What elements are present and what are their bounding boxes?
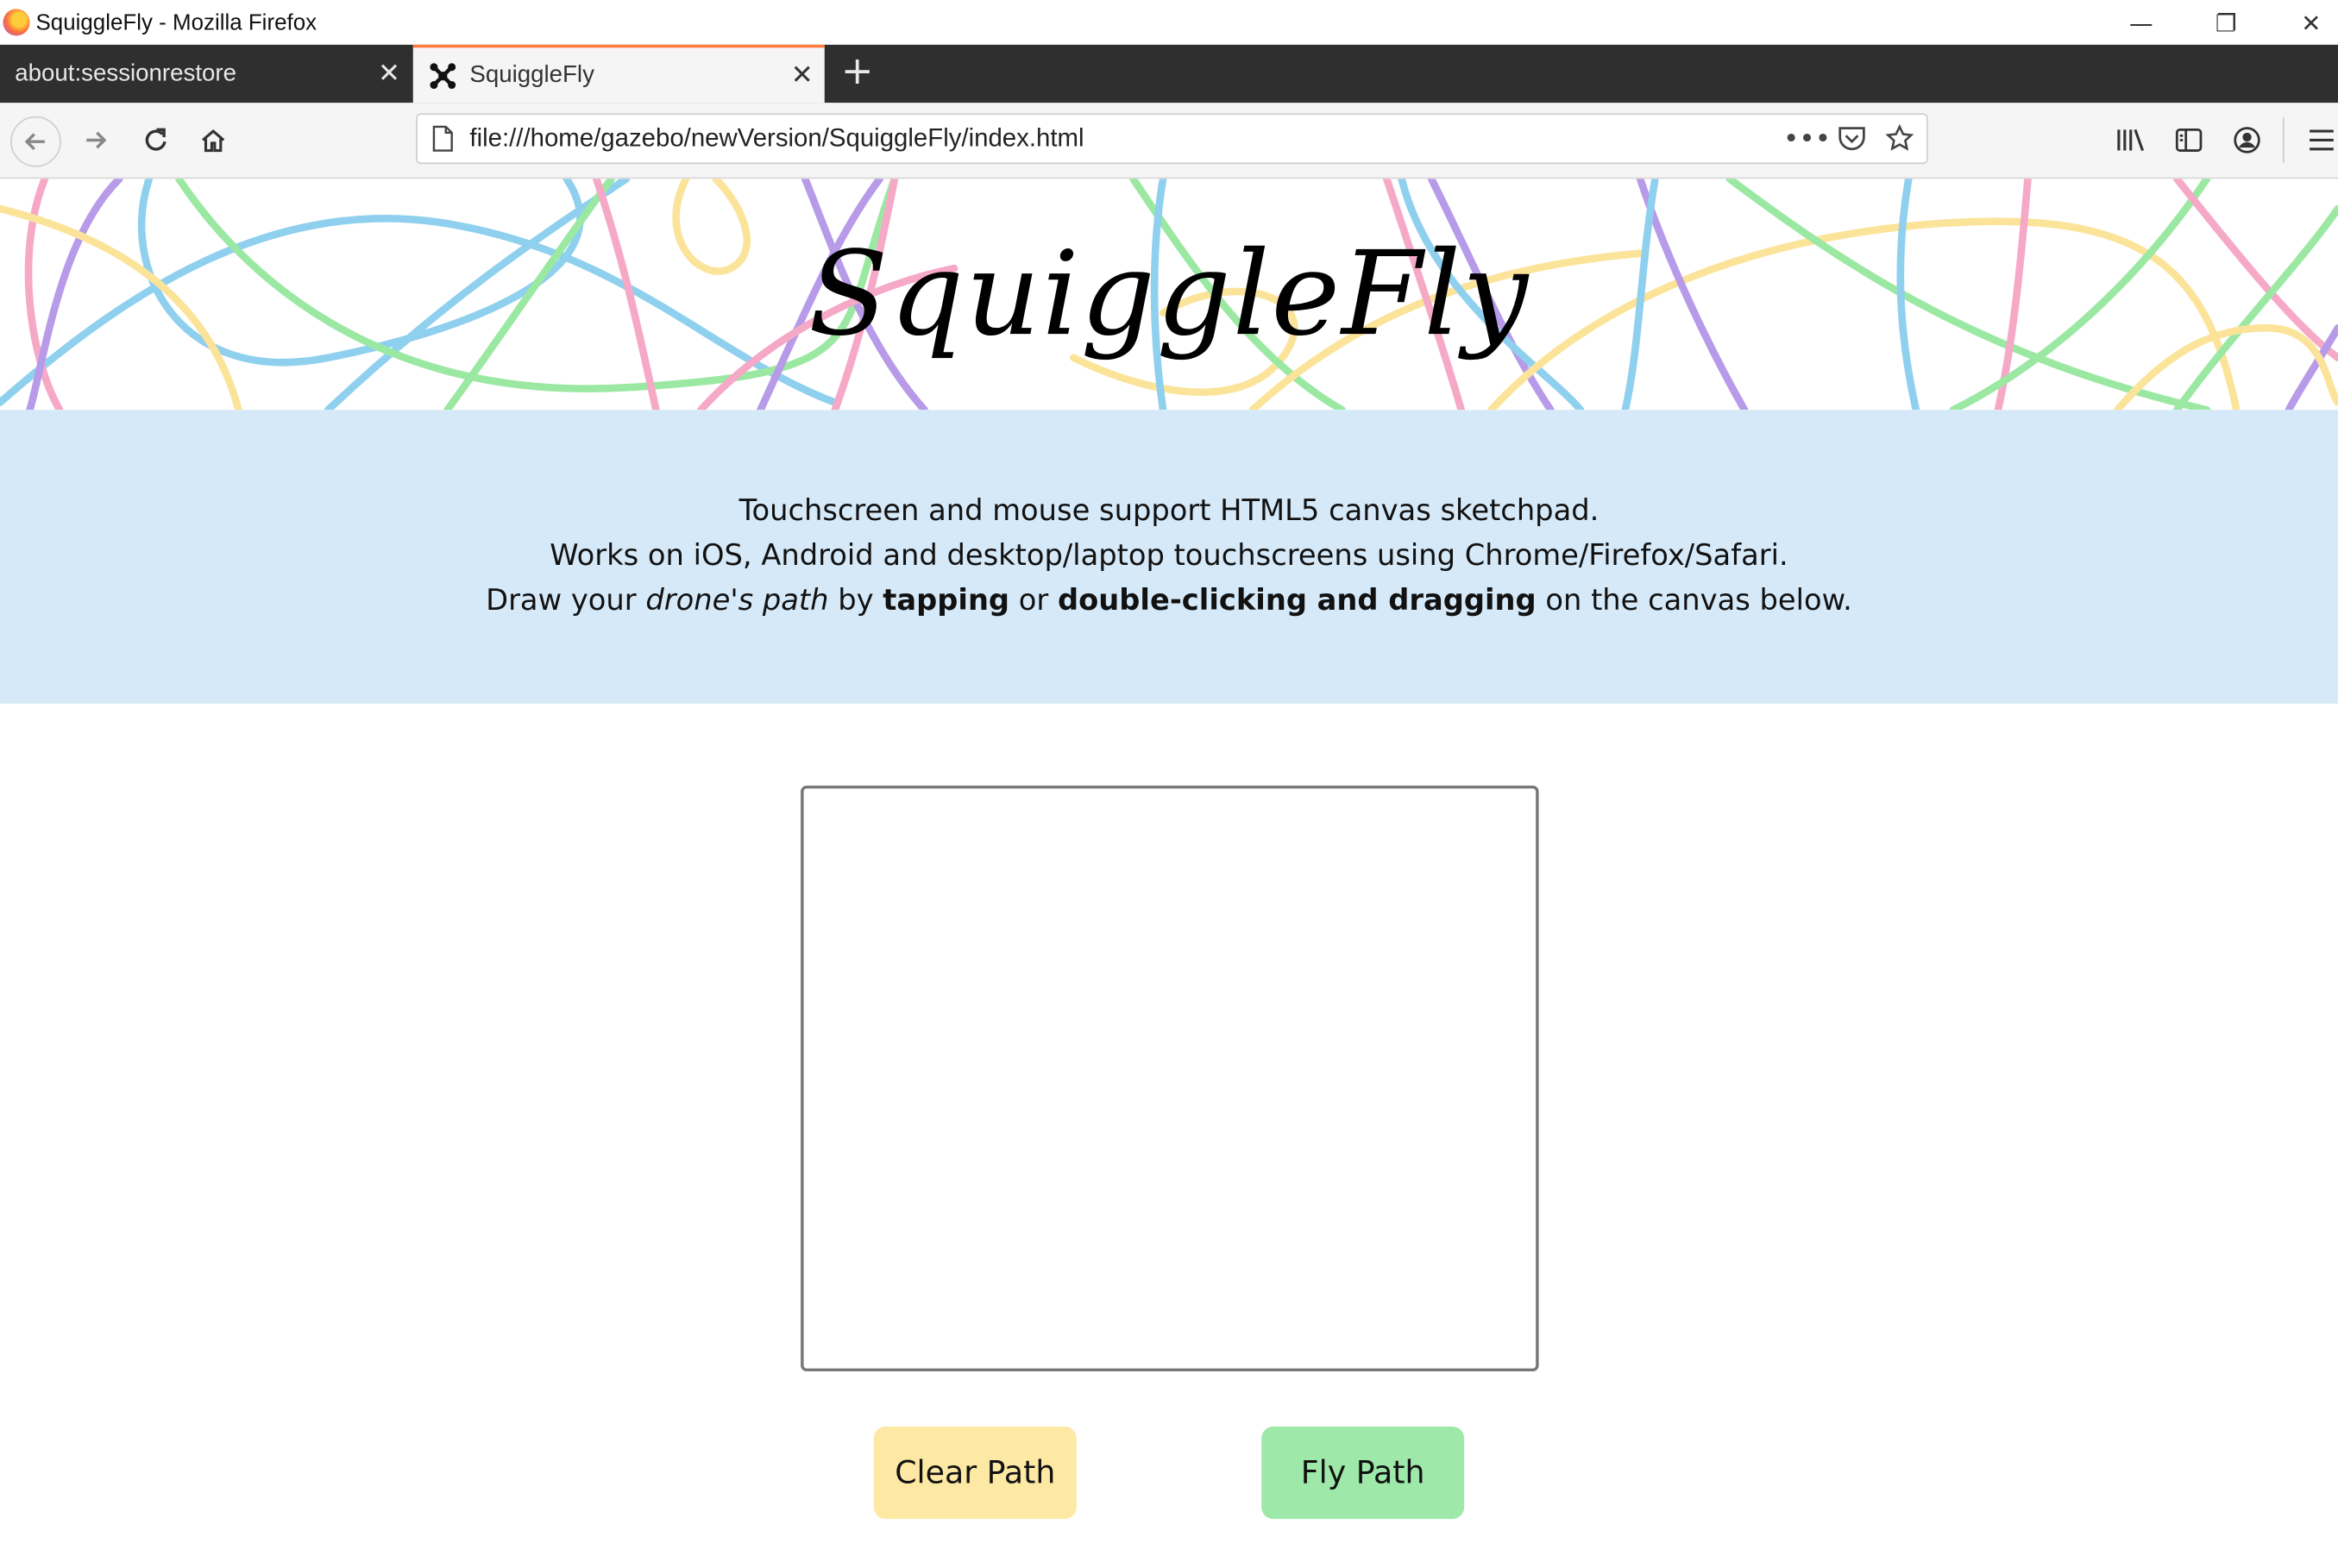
info-text: Draw your — [486, 582, 646, 618]
forward-icon[interactable] — [72, 116, 119, 164]
sketch-canvas[interactable] — [801, 785, 1539, 1372]
tab-sessionrestore[interactable]: about:sessionrestore ✕ — [0, 45, 412, 103]
back-icon[interactable] — [10, 116, 61, 167]
home-icon[interactable] — [189, 116, 236, 164]
pocket-icon[interactable] — [1837, 125, 1867, 152]
menu-icon[interactable] — [2297, 116, 2338, 164]
star-icon[interactable] — [1885, 123, 1915, 154]
firefox-logo-icon — [3, 9, 30, 36]
title-bar: SquiggleFly - Mozilla Firefox — ❐ ✕ — [0, 0, 2338, 45]
reload-icon[interactable] — [131, 116, 179, 164]
account-icon[interactable] — [2223, 116, 2271, 164]
tab-label: SquiggleFly — [469, 61, 594, 88]
window-title: SquiggleFly - Mozilla Firefox — [35, 9, 317, 35]
tab-label: about:sessionrestore — [15, 60, 236, 86]
info-line-3: Draw your drone's path by tapping or dou… — [0, 579, 2338, 624]
brand-logo: SquiggleFly — [808, 227, 1530, 362]
page-icon — [432, 125, 453, 152]
toolbar-divider — [2283, 117, 2285, 163]
close-tab-icon[interactable]: ✕ — [367, 58, 412, 89]
close-window-button[interactable]: ✕ — [2269, 0, 2338, 45]
info-section: Touchscreen and mouse support HTML5 canv… — [0, 410, 2338, 704]
drone-icon — [430, 62, 456, 89]
info-strong: tapping — [883, 582, 1010, 618]
nav-bar: file:///home/gazebo/newVersion/SquiggleF… — [0, 103, 2338, 179]
library-icon[interactable] — [2107, 116, 2154, 164]
minimize-button[interactable]: — — [2099, 0, 2183, 45]
info-text: or — [1009, 582, 1059, 618]
header-banner: SquiggleFly — [0, 179, 2338, 411]
browser-window: SquiggleFly - Mozilla Firefox — ❐ ✕ abou… — [0, 0, 2338, 1568]
new-tab-button[interactable]: + — [838, 45, 877, 103]
fly-path-button[interactable]: Fly Path — [1261, 1426, 1465, 1520]
url-text[interactable]: file:///home/gazebo/newVersion/SquiggleF… — [469, 123, 1783, 154]
info-line-1: Touchscreen and mouse support HTML5 canv… — [738, 493, 1600, 528]
info-emphasis: drone's path — [645, 582, 829, 618]
info-line-2: Works on iOS, Android and desktop/laptop… — [550, 537, 1788, 573]
restore-button[interactable]: ❐ — [2184, 0, 2268, 45]
url-bar[interactable]: file:///home/gazebo/newVersion/SquiggleF… — [416, 113, 1928, 165]
close-tab-icon[interactable]: ✕ — [780, 60, 825, 91]
sidebar-icon[interactable] — [2165, 116, 2212, 164]
info-strong: double-clicking and dragging — [1058, 582, 1537, 618]
info-text: by — [828, 582, 883, 618]
more-icon[interactable]: ••• — [1783, 123, 1831, 154]
tab-strip: about:sessionrestore ✕ SquiggleFly ✕ + — [0, 44, 2338, 103]
clear-path-button[interactable]: Clear Path — [873, 1426, 1077, 1520]
info-text: on the canvas below. — [1536, 582, 1852, 618]
tab-squigglefly[interactable]: SquiggleFly ✕ — [412, 44, 825, 103]
